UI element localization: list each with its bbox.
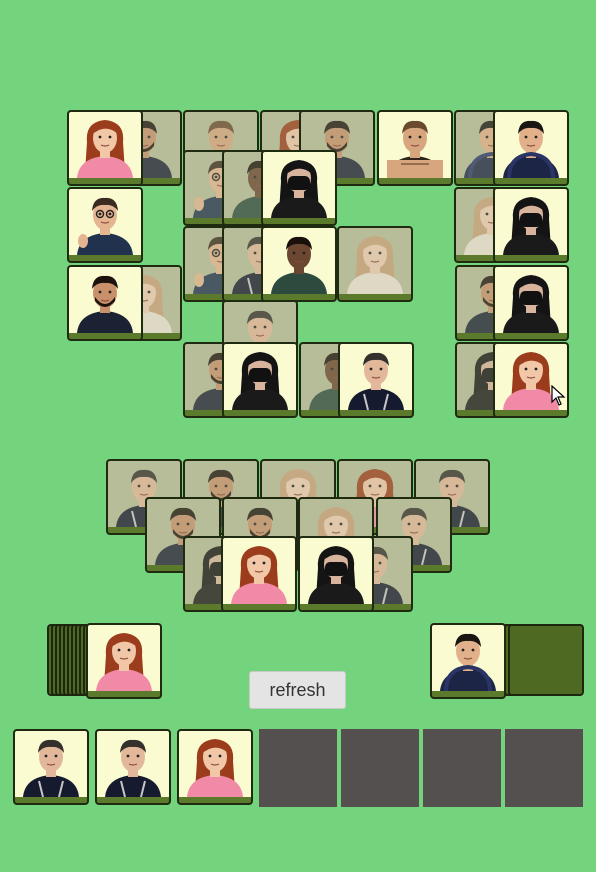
tile-face: [69, 189, 141, 255]
upper-tile[interactable]: [67, 187, 143, 263]
tile-face: [495, 112, 567, 178]
left-stack-top-tile[interactable]: [86, 623, 162, 699]
tray-slot-empty: [341, 729, 419, 807]
tile-face: [263, 228, 335, 294]
lower-tile[interactable]: [221, 536, 297, 612]
tile-face: [88, 625, 160, 691]
tile-face: [340, 344, 412, 410]
upper-tile[interactable]: [377, 110, 453, 186]
tray-tile: [13, 729, 89, 805]
suspenders-man-portrait-icon: [23, 739, 79, 797]
upper-tile[interactable]: [338, 342, 414, 418]
masked-woman-portrait-icon: [271, 160, 327, 218]
muscular-man-portrait-icon: [387, 120, 443, 178]
tile-face: [495, 189, 567, 255]
tile-face: [495, 267, 567, 333]
hoodie-man-smiling-portrait-icon: [440, 633, 496, 691]
tile-face: [339, 228, 411, 294]
redhead-woman-portrait-icon: [96, 633, 152, 691]
tray-slot-filled: [95, 729, 173, 807]
tray-slot-filled: [177, 729, 255, 807]
upper-tile[interactable]: [261, 226, 337, 302]
masked-woman-portrait-icon: [503, 197, 559, 255]
tile-face: [97, 731, 169, 797]
redhead-woman-portrait-icon: [231, 546, 287, 604]
redhead-woman-portrait-icon: [77, 120, 133, 178]
tile-face: [224, 344, 296, 410]
suspenders-man-portrait-icon: [105, 739, 161, 797]
tile-face: [179, 731, 251, 797]
tray-slot-empty: [259, 729, 337, 807]
tile-face: [15, 731, 87, 797]
upper-tile[interactable]: [67, 110, 143, 186]
tray-slot-empty: [423, 729, 501, 807]
tile-face: [379, 112, 451, 178]
right-stack-top-tile[interactable]: [430, 623, 506, 699]
masked-woman-portrait-icon: [503, 275, 559, 333]
tile-face: [263, 152, 335, 218]
masked-woman-portrait-icon: [232, 352, 288, 410]
upper-tile[interactable]: [222, 342, 298, 418]
blonde-woman-portrait-icon: [347, 236, 403, 294]
stack-tile-edge: [508, 624, 584, 696]
upper-tile: [337, 226, 413, 302]
hoodie-man-smiling-portrait-icon: [503, 120, 559, 178]
upper-tile[interactable]: [493, 265, 569, 341]
dark-skinned-man-portrait-icon: [271, 236, 327, 294]
suspenders-man-portrait-icon: [348, 352, 404, 410]
tray-slot-filled: [13, 729, 91, 807]
tile-face: [300, 538, 372, 604]
tile-face: [432, 625, 504, 691]
tray-tile: [95, 729, 171, 805]
lower-tile[interactable]: [298, 536, 374, 612]
upper-tile[interactable]: [493, 187, 569, 263]
glasses-man-thumbs-up-portrait-icon: [77, 197, 133, 255]
tray-slot-empty: [505, 729, 583, 807]
tile-face: [223, 538, 295, 604]
upper-tile[interactable]: [493, 110, 569, 186]
tile-face: [69, 112, 141, 178]
tray-tile: [177, 729, 253, 805]
game-board: refresh: [0, 0, 596, 872]
masked-woman-portrait-icon: [308, 546, 364, 604]
bearded-man-portrait-icon: [77, 275, 133, 333]
upper-tile[interactable]: [261, 150, 337, 226]
redhead-woman-portrait-icon: [187, 739, 243, 797]
mouse-cursor-icon: [551, 385, 566, 406]
tile-face: [69, 267, 141, 333]
refresh-button[interactable]: refresh: [249, 671, 346, 709]
upper-tile[interactable]: [67, 265, 143, 341]
